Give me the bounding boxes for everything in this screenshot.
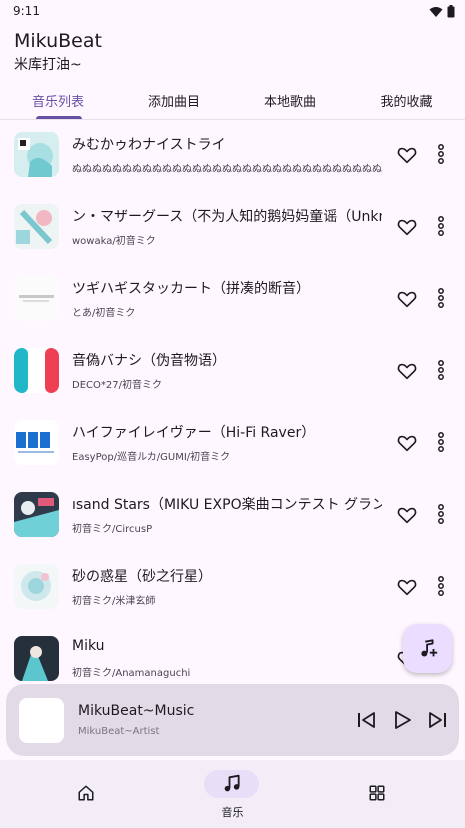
more-vert-icon[interactable] [432,358,450,382]
add-music-icon [420,638,437,657]
heart-icon[interactable] [396,360,418,382]
more-vert-icon[interactable] [432,574,450,598]
more-vert-icon[interactable] [432,430,450,454]
song-row[interactable]: ハイファイレイヴァー（Hi-Fi Raver） EasyPop/巡音ルカ/GUM… [0,408,465,480]
tab-local-songs[interactable]: 本地歌曲 [232,80,348,120]
song-row[interactable]: ツギハギスタッカート（拼凑的断音） とあ/初音ミク [0,264,465,336]
song-row[interactable]: Miku 初音ミク/Anamanaguchi [0,624,465,683]
song-title: ツギハギスタッカート（拼凑的断音） [72,281,310,297]
battery-icon [447,5,455,18]
bottom-navigation: 音乐 [0,760,465,828]
song-title: Miku [72,638,105,654]
heart-icon[interactable] [396,216,418,238]
song-list: みむかゥわナイストライ ぬぬぬぬぬぬぬぬぬぬぬぬぬぬぬぬぬぬぬぬぬぬぬぬぬぬぬぬ… [0,120,465,683]
song-artist: ぬぬぬぬぬぬぬぬぬぬぬぬぬぬぬぬぬぬぬぬぬぬぬぬぬぬぬぬぬぬぬぬぬぬぬぬぬぬぬぬ… [72,164,382,175]
heart-icon[interactable] [396,576,418,598]
player-cover [19,698,64,743]
song-title: 音偽バナシ（伪音物语） [72,353,226,369]
song-artist: とあ/初音ミク [72,308,136,319]
song-artist: 初音ミク/CircusP [72,524,153,535]
song-title: ハイファイレイヴァー（Hi-Fi Raver） [72,425,316,441]
status-time: 9:11 [13,4,40,18]
song-cover [14,204,59,249]
more-vert-icon[interactable] [432,214,450,238]
song-cover [14,636,59,681]
nav-grid[interactable] [317,760,437,828]
song-title: 砂の惑星（砂之行星） [72,569,212,585]
song-title: ısand Stars（MIKU EXPO楽曲コンテスト グランプリ） [72,497,382,513]
more-vert-icon[interactable] [432,502,450,526]
heart-icon[interactable] [396,288,418,310]
home-icon [78,785,94,801]
heart-icon[interactable] [396,144,418,166]
song-row[interactable]: 音偽バナシ（伪音物语） DECO*27/初音ミク [0,336,465,408]
mini-player[interactable]: MikuBeat~Music MikuBeat~Artist [6,684,459,756]
tab-add-track[interactable]: 添加曲目 [116,80,232,120]
app-subtitle: 米库打油~ [14,57,82,73]
song-cover [14,420,59,465]
app-header: MikuBeat 米库打油~ [0,24,465,76]
song-cover [14,564,59,609]
song-row[interactable]: ン・マザーグース（不为人知的鹅妈妈童谣（Unknown Mother Goose… [0,192,465,264]
song-artist: DECO*27/初音ミク [72,380,162,391]
skip-next-icon[interactable] [425,708,449,732]
play-icon[interactable] [390,708,414,732]
tab-favorites[interactable]: 我的收藏 [348,80,465,120]
song-row[interactable]: みむかゥわナイストライ ぬぬぬぬぬぬぬぬぬぬぬぬぬぬぬぬぬぬぬぬぬぬぬぬぬぬぬぬ… [0,120,465,192]
heart-icon[interactable] [396,432,418,454]
grid-icon [369,785,385,801]
song-artist: wowaka/初音ミク [72,236,156,247]
skip-previous-icon[interactable] [355,708,379,732]
add-music-button[interactable] [403,624,452,673]
tab-music-list[interactable]: 音乐列表 [0,80,116,120]
player-artist: MikuBeat~Artist [78,726,160,737]
nav-music[interactable] [204,770,259,798]
song-artist: EasyPop/巡音ルカ/GUMI/初音ミク [72,452,231,463]
wifi-icon [429,6,443,17]
more-vert-icon[interactable] [432,142,450,166]
song-row[interactable]: ısand Stars（MIKU EXPO楽曲コンテスト グランプリ） 初音ミク… [0,480,465,552]
song-cover [14,348,59,393]
song-cover [14,276,59,321]
music-note-icon [224,774,240,792]
song-row[interactable]: 砂の惑星（砂之行星） 初音ミク/米津玄師 [0,552,465,624]
song-title: みむかゥわナイストライ [72,137,226,153]
song-cover [14,492,59,537]
player-title: MikuBeat~Music [78,703,195,719]
song-title: ン・マザーグース（不为人知的鹅妈妈童谣（Unknown Mother Goose… [72,209,382,225]
heart-icon[interactable] [396,504,418,526]
song-cover [14,132,59,177]
tab-indicator [36,116,82,119]
more-vert-icon[interactable] [432,286,450,310]
tab-bar: 音乐列表 添加曲目 本地歌曲 我的收藏 [0,80,465,120]
status-icons [429,5,455,18]
app-title: MikuBeat [14,30,102,52]
song-artist: 初音ミク/米津玄師 [72,596,156,607]
status-bar: 9:11 [0,0,465,24]
song-artist: 初音ミク/Anamanaguchi [72,668,191,679]
